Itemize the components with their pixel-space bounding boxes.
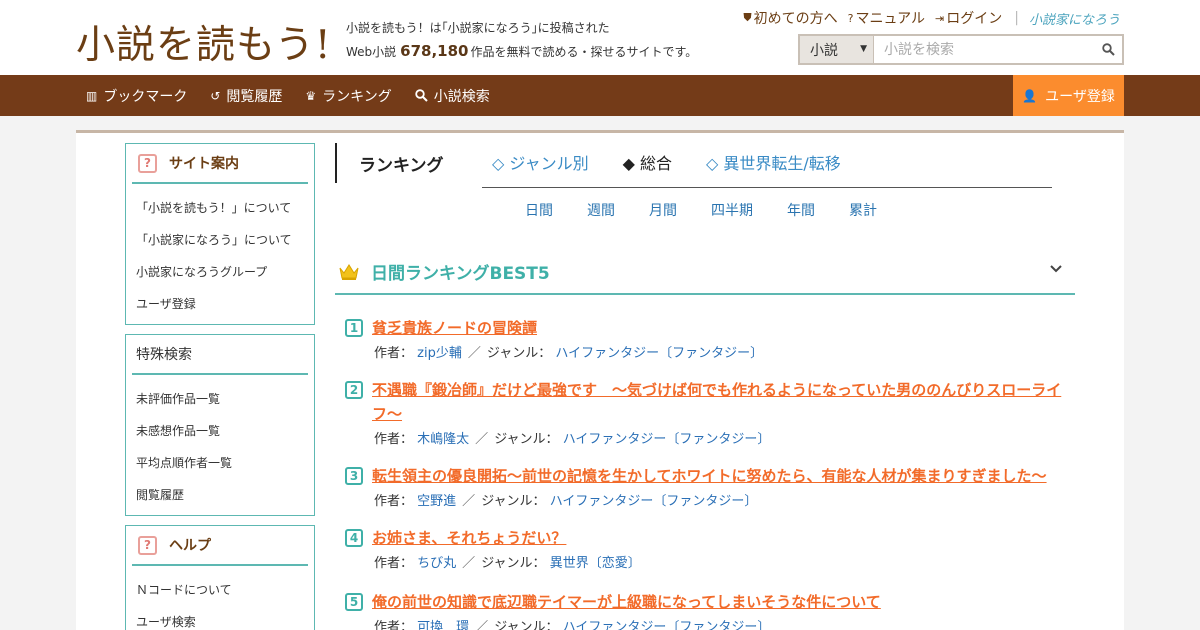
narou-logo-link[interactable]: 小説家になろう [1029, 9, 1120, 28]
divider: | [1014, 10, 1019, 26]
nav-bookmark[interactable]: ▥ ブックマーク [86, 86, 187, 106]
rank-number: 4 [345, 529, 363, 547]
best5-header[interactable]: 日間ランキングBEST5 [335, 250, 1075, 295]
rank-number: 5 [345, 593, 363, 611]
author-link[interactable]: 空野進 [417, 494, 456, 509]
tab-genre[interactable]: ◇ ジャンル別 [492, 150, 589, 174]
novel-meta: 作者： zip少輔／ジャンル： ハイファンタジー〔ファンタジー〕 [374, 346, 764, 361]
manual-link[interactable]: ? マニュアル [848, 8, 925, 28]
author-link[interactable]: 木嶋隆太 [417, 432, 469, 447]
bookmark-icon: ▥ [86, 88, 98, 103]
sidebar-link[interactable]: ユーザ登録 [136, 288, 314, 320]
site-guide-title: ? サイト案内 [132, 144, 308, 184]
sidebar-link[interactable]: 閲覧履歴 [136, 479, 314, 511]
shield-icon: ⛊ [743, 11, 752, 24]
ranking-heading: ランキング [335, 143, 444, 183]
period-daily[interactable]: 日間 [525, 200, 553, 220]
top-links: ⛊ 初めての方へ ? マニュアル ⇥ ログイン | 小説家になろう [733, 8, 1120, 28]
sidebar-link[interactable]: 「小説家になろう」について [136, 224, 314, 256]
rank-number: 1 [345, 319, 363, 337]
ranking-entry: 1 貧乏貴族ノードの冒険譚 作者： zip少輔／ジャンル： ハイファンタジー〔フ… [345, 316, 1070, 361]
special-search-box: 特殊検索 未評価作品一覧 未感想作品一覧 平均点順作者一覧 閲覧履歴 [125, 334, 315, 516]
novel-title-link[interactable]: お姉さま、それちょうだい？ [345, 526, 1070, 550]
genre-link[interactable]: 異世界〔恋愛〕 [550, 556, 641, 571]
question-circle-icon: ? [847, 11, 854, 25]
genre-link[interactable]: ハイファンタジー〔ファンタジー〕 [550, 494, 758, 509]
first-time-link[interactable]: ⛊ 初めての方へ [743, 8, 837, 28]
period-weekly[interactable]: 週間 [587, 200, 615, 220]
ranking-entry: 2 不遇職『鍛冶師』だけど最強です ～気づけば何でも作れるようになっていた男のの… [345, 378, 1070, 447]
ranking-tabs: ◇ ジャンル別 ◆ 総合 ◇ 異世界転生/転移 [492, 150, 875, 174]
novel-meta: 作者： ちび丸／ジャンル： 異世界〔恋愛〕 [374, 556, 641, 571]
ranking-entry: 5 俺の前世の知識で底辺職テイマーが上級職になってしまいそうな件について 作者：… [345, 590, 1070, 630]
history-icon: ↺ [210, 88, 221, 103]
tagline-line2: Web小説 678,180 作品を無料で読める・探せるサイトです。 [346, 40, 697, 64]
genre-link[interactable]: ハイファンタジー〔ファンタジー〕 [563, 620, 771, 630]
search-button[interactable] [1094, 36, 1122, 63]
novel-title-link[interactable]: 転生領主の優良開拓〜前世の記憶を生かしてホワイトに努めたら、有能な人材が集まりす… [345, 464, 1070, 488]
crown-icon: ♛ [305, 88, 317, 103]
site-logo[interactable]: 小説を読もう! [76, 14, 332, 70]
ranking-entry: 4 お姉さま、それちょうだい？ 作者： ちび丸／ジャンル： 異世界〔恋愛〕 [345, 526, 1070, 571]
period-total[interactable]: 累計 [849, 200, 877, 220]
novel-meta: 作者： 木嶋隆太／ジャンル： ハイファンタジー〔ファンタジー〕 [374, 432, 771, 447]
search-input[interactable] [874, 36, 1094, 63]
novel-title-link[interactable]: 不遇職『鍛冶師』だけど最強です ～気づけば何でも作れるようになっていた男ののんび… [345, 378, 1070, 426]
dropdown-arrow-icon: ▼ [860, 44, 867, 54]
sidebar-link[interactable]: Ｎコードについて [136, 574, 314, 606]
tagline-pre: Web小説 [346, 45, 397, 59]
nav-search[interactable]: 小説検索 [415, 86, 490, 106]
rank-number: 3 [345, 467, 363, 485]
work-count: 678,180 [400, 42, 469, 60]
sidebar-link[interactable]: 未評価作品一覧 [136, 383, 314, 415]
nav-ranking[interactable]: ♛ ランキング [305, 86, 391, 106]
login-link[interactable]: ⇥ ログイン [935, 8, 1002, 28]
period-quarterly[interactable]: 四半期 [711, 200, 753, 220]
search-bar: 小説 ▼ [798, 34, 1124, 65]
genre-link[interactable]: ハイファンタジー〔ファンタジー〕 [555, 346, 763, 361]
novel-meta: 作者： 可換 環／ジャンル： ハイファンタジー〔ファンタジー〕 [345, 616, 1070, 630]
tabs-divider [482, 187, 1052, 188]
genre-link[interactable]: ハイファンタジー〔ファンタジー〕 [563, 432, 771, 447]
sidebar-link[interactable]: 未感想作品一覧 [136, 415, 314, 447]
sidebar-link[interactable]: 平均点順作者一覧 [136, 447, 314, 479]
novel-title-link[interactable]: 俺の前世の知識で底辺職テイマーが上級職になってしまいそうな件について [345, 590, 1070, 614]
site-header: 小説を読もう! 小説を読もう！は｢小説家になろう｣に投稿された Web小説 678… [0, 0, 1200, 75]
help-box: ? ヘルプ Ｎコードについて ユーザ検索 [125, 525, 315, 630]
author-link[interactable]: 可換 環 [417, 620, 469, 630]
main-nav: ▥ ブックマーク ↺ 閲覧履歴 ♛ ランキング 小説検索 👤 ユーザ登録 [0, 75, 1200, 116]
novel-meta: 作者： 空野進／ジャンル： ハイファンタジー〔ファンタジー〕 [374, 494, 758, 509]
question-icon: ? [138, 535, 157, 555]
search-category-select[interactable]: 小説 ▼ [800, 36, 874, 63]
login-icon: ⇥ [935, 11, 945, 25]
user-icon: 👤 [1022, 88, 1038, 103]
best5-title: 日間ランキングBEST5 [371, 264, 550, 284]
tab-overall[interactable]: ◆ 総合 [623, 150, 672, 174]
period-monthly[interactable]: 月間 [649, 200, 677, 220]
tagline-line1: 小説を読もう！は｢小説家になろう｣に投稿された [346, 21, 610, 35]
search-icon [415, 89, 428, 102]
help-title: ? ヘルプ [132, 526, 308, 566]
period-tabs: 日間 週間 月間 四半期 年間 累計 [525, 200, 911, 220]
tagline-post: 作品を無料で読める・探せるサイトです。 [470, 45, 698, 59]
chevron-down-icon[interactable] [1049, 262, 1063, 280]
author-link[interactable]: ちび丸 [417, 556, 456, 571]
sidebar-link[interactable]: 小説家になろうグループ [136, 256, 314, 288]
sidebar-link[interactable]: ユーザ検索 [136, 606, 314, 630]
author-link[interactable]: zip少輔 [417, 346, 462, 361]
period-yearly[interactable]: 年間 [787, 200, 815, 220]
special-search-title: 特殊検索 [132, 335, 308, 375]
question-icon: ? [138, 153, 157, 173]
sidebar-link[interactable]: 「小説を読もう！」について [136, 192, 314, 224]
ranking-entry: 3 転生領主の優良開拓〜前世の記憶を生かしてホワイトに努めたら、有能な人材が集ま… [345, 464, 1070, 509]
site-guide-box: ? サイト案内 「小説を読もう！」について 「小説家になろう」について 小説家にな… [125, 143, 315, 325]
tab-isekai[interactable]: ◇ 異世界転生/転移 [706, 150, 841, 174]
nav-history[interactable]: ↺ 閲覧履歴 [210, 86, 282, 106]
novel-title-link[interactable]: 貧乏貴族ノードの冒険譚 [345, 316, 1070, 340]
crown-icon [339, 263, 359, 280]
site-tagline: 小説を読もう！は｢小説家になろう｣に投稿された Web小説 678,180 作品を無… [346, 17, 697, 64]
register-button[interactable]: 👤 ユーザ登録 [1013, 75, 1124, 116]
rank-number: 2 [345, 381, 363, 399]
search-icon [1101, 43, 1115, 56]
